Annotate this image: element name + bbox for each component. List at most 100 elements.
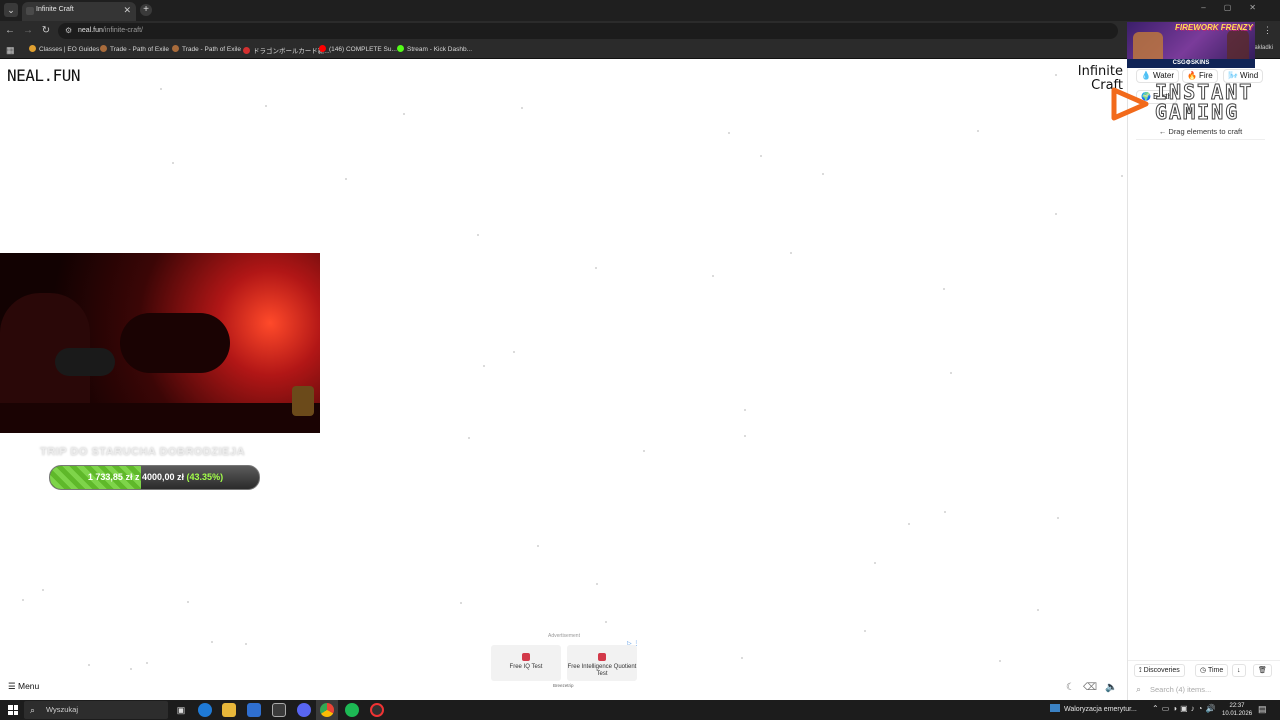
particle-dot: [146, 662, 148, 664]
back-icon[interactable]: ←: [4, 25, 16, 37]
wind-icon: 🌬️: [1228, 71, 1238, 80]
particle-dot: [977, 130, 979, 132]
sponsor-brand: CSG⚙SKINS: [1127, 59, 1255, 68]
instant-gaming-logo: INSTANT GAMING: [1110, 82, 1265, 126]
canvas-tools: ☾⌫🔈: [1066, 682, 1126, 693]
webcam-feed: [0, 253, 320, 433]
forward-icon[interactable]: →: [22, 25, 34, 37]
particle-dot: [521, 107, 523, 109]
instant-gaming-arrow-icon: [1111, 87, 1149, 121]
bookmark-item[interactable]: Stream - Kick Dashb...: [397, 45, 472, 53]
spotify-icon[interactable]: [345, 703, 359, 717]
taskbar-clock[interactable]: 22:37 10.01.2026: [1222, 702, 1252, 718]
task-view-icon[interactable]: ▣: [174, 703, 188, 717]
particle-dot: [605, 621, 607, 623]
particle-dot: [483, 365, 485, 367]
discord-icon[interactable]: [297, 703, 311, 717]
particle-dot: [160, 88, 162, 90]
particle-dot: [345, 178, 347, 180]
particle-dot: [513, 351, 515, 353]
particle-dot: [477, 234, 479, 236]
neal-fun-logo[interactable]: NEAL.FUN: [7, 66, 81, 85]
water-icon: 💧: [1141, 71, 1151, 80]
window-controls[interactable]: –▢✕: [1201, 3, 1274, 12]
sponsor-character-image: [1227, 30, 1249, 60]
particle-dot: [130, 668, 132, 670]
discoveries-button[interactable]: ⟟ Discoveries: [1134, 664, 1185, 677]
ad-card-icon: [598, 653, 606, 661]
sponsor-character-image: [1133, 32, 1163, 60]
bookmark-item[interactable]: Trade - Path of Exile: [100, 45, 169, 53]
bookmark-item[interactable]: (146) COMPLETE Su...: [319, 45, 397, 53]
particle-dot: [42, 589, 44, 591]
particle-dot: [950, 372, 952, 374]
chrome-icon[interactable]: [320, 703, 334, 717]
bookmark-favicon-icon: [243, 47, 250, 54]
taskbar-search[interactable]: ⌕ Wyszukaj: [24, 701, 168, 719]
reload-icon[interactable]: ↻: [40, 25, 52, 37]
edge-icon[interactable]: [198, 703, 212, 717]
file-explorer-icon[interactable]: [222, 703, 236, 717]
taskbar-news-widget[interactable]: Waloryzacja emerytur...: [1050, 704, 1137, 713]
tab-search-button[interactable]: ⌄: [4, 3, 18, 17]
particle-dot: [790, 252, 792, 254]
bookmark-favicon-icon: [100, 45, 107, 52]
instant-gaming-wordmark: INSTANT GAMING: [1154, 80, 1254, 124]
sidebar-footer: ⟟ Discoveries ◷ Time ↓ 🗑 ⌕ Search (4) it…: [1128, 660, 1280, 700]
clear-broom-icon[interactable]: ⌫: [1083, 682, 1105, 693]
particle-dot: [1055, 213, 1057, 215]
browser-tab-bar: ⌄ Infinite Craft ✕ + –▢✕: [0, 0, 1280, 21]
drum-kit-image: [120, 313, 230, 373]
logo-line-1: Infinite: [1077, 64, 1123, 79]
search-placeholder: Search (4) items...: [1150, 685, 1212, 694]
search-icon: ⌕: [1136, 684, 1142, 694]
element-label: Water: [1152, 71, 1175, 80]
bookmark-favicon-icon: [397, 45, 404, 52]
bookmark-item[interactable]: Classes | EO Guides: [29, 45, 99, 53]
address-bar-row: ← → ↻ ⚙ neal.fun/infinite-craft/ ⋮: [0, 21, 1280, 41]
new-tab-button[interactable]: +: [140, 4, 152, 16]
donation-progress-text: 1 733,85 zł z 4000,00 zł (43.35%): [87, 472, 224, 482]
ad-brand: Breezetrip: [553, 683, 574, 688]
drag-hint: ← Drag elements to craft: [1136, 124, 1265, 140]
dark-mode-icon[interactable]: ☾: [1066, 682, 1083, 693]
particle-dot: [1055, 74, 1057, 76]
outlook-icon[interactable]: [247, 703, 261, 717]
bookmark-item[interactable]: Trade - Path of Exile: [172, 45, 241, 53]
tab-title: Infinite Craft: [36, 6, 74, 13]
ad-card-free-iq-test[interactable]: Free IQ Test: [491, 645, 561, 681]
url-text: neal.fun/infinite-craft/: [78, 27, 143, 34]
particle-dot: [874, 562, 876, 564]
particle-dot: [245, 643, 247, 645]
store-icon[interactable]: [272, 703, 286, 717]
site-info-icon[interactable]: ⚙: [65, 26, 72, 35]
bookmark-item[interactable]: ドラゴンボールカード新...: [243, 45, 330, 55]
particle-dot: [22, 599, 24, 601]
sort-time-button[interactable]: ◷ Time: [1195, 664, 1229, 677]
particle-dot: [822, 173, 824, 175]
tab-infinite-craft[interactable]: Infinite Craft ✕: [22, 2, 136, 21]
tab-close-icon[interactable]: ✕: [123, 5, 131, 16]
notification-icon[interactable]: ▤: [1258, 704, 1267, 715]
browser-menu-icon[interactable]: ⋮: [1263, 25, 1272, 36]
delete-icon[interactable]: 🗑: [1253, 664, 1272, 677]
particle-dot: [728, 132, 730, 134]
particle-dot: [595, 267, 597, 269]
windows-start-icon[interactable]: [8, 705, 18, 715]
menu-icon: ☰: [8, 681, 18, 691]
search-input[interactable]: ⌕ Search (4) items...: [1134, 682, 1274, 697]
bookmark-favicon-icon: [29, 45, 36, 52]
menu-button[interactable]: ☰ Menu: [6, 679, 39, 693]
clock-icon: ◷: [1200, 667, 1208, 674]
obs-icon[interactable]: [370, 703, 384, 717]
elements-sidebar: 💧 Water 🔥 Fire 🌬️ Wind 🌍 Earth ← Drag elemen…: [1127, 60, 1280, 700]
sound-icon[interactable]: 🔈: [1105, 682, 1125, 693]
ad-card-free-intelligence-test[interactable]: Free Intelligence Quotient Test: [567, 645, 637, 681]
particle-dot: [211, 641, 213, 643]
apps-grid-icon[interactable]: ▦: [6, 45, 15, 56]
particle-dot: [596, 583, 598, 585]
url-input[interactable]: ⚙ neal.fun/infinite-craft/: [58, 23, 1118, 39]
system-tray-icons[interactable]: ⌃▭◑▣♪◔🔊: [1152, 704, 1218, 713]
sort-direction-button[interactable]: ↓: [1232, 664, 1246, 677]
particle-dot: [944, 511, 946, 513]
